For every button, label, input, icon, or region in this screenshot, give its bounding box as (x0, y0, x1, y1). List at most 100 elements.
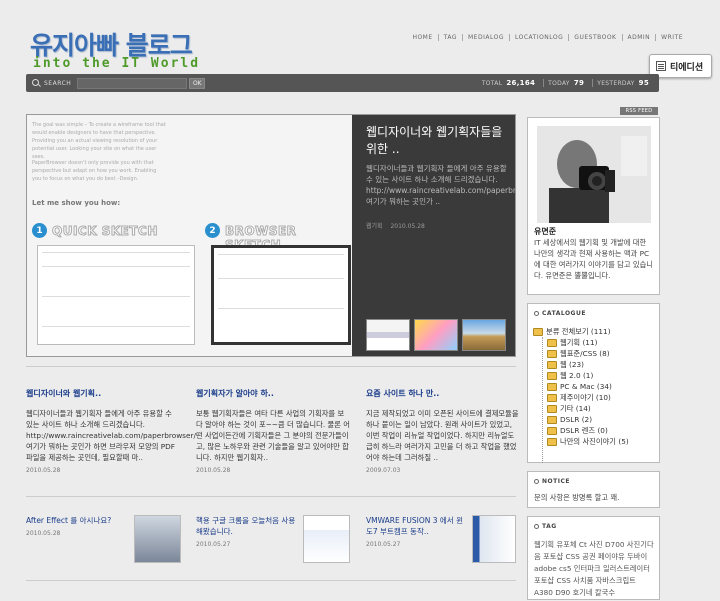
category-item[interactable]: 나만의 사진이야기 (5) (533, 436, 629, 447)
search-icon (32, 79, 39, 86)
post-card: 웹디자이너와 웹기획.. 웹디자이너들과 웹기획자 들에게 아주 유용할 수 있… (26, 388, 196, 474)
visitor-counter: TOTAL 26,164 TODAY 79 YESTERDAY 95 (482, 74, 653, 92)
folder-icon (547, 393, 557, 402)
category-label: DSLR 렌즈 (0) (560, 425, 608, 435)
mini-post-title[interactable]: After Effect 를 아시나요? (26, 515, 126, 526)
category-label: 웹표준/CSS (8) (560, 348, 610, 358)
folder-icon (547, 437, 557, 446)
divider (26, 496, 516, 497)
category-label: 웹 2.0 (1) (560, 370, 594, 380)
post-title[interactable]: 요즘 사이트 하나 만.. (366, 388, 520, 399)
catalogue-title: CATALOGUE (534, 310, 586, 317)
tag-panel: TAG 웹기획 유포체 Ct 사진 D700 사진기다음 포토샵 CSS 공권 … (527, 516, 660, 600)
notice-panel: NOTICE 문의 사항은 방명록 할고 꽤. (527, 471, 660, 508)
folder-icon (547, 371, 557, 380)
featured-image-heading: Let me show you how: (32, 199, 121, 207)
category-item[interactable]: PC & Mac (34) (533, 381, 629, 392)
featured-category[interactable]: 웹기획 (366, 223, 383, 230)
category-label: DSLR (2) (560, 415, 593, 424)
post-excerpt: 보통 웹기획자들은 여타 다른 사업의 기획자를 보다 알아야 하는 것이 포~… (196, 409, 350, 462)
featured-post: The goal was simple – To create a wirefr… (26, 114, 516, 357)
folder-icon (547, 338, 557, 347)
mini-post-title[interactable]: 핵용 구글 크롬을 오늘처음 사용해봤습니다. (196, 515, 296, 537)
featured-excerpt: 웹디자이너들과 웹기획자 들에게 아주 유용할 수 있는 사이트 하나 소개해 … (366, 164, 516, 206)
total-count: 26,164 (506, 79, 536, 87)
notice-title: NOTICE (534, 478, 570, 485)
tag-title-text: TAG (542, 523, 557, 530)
featured-image-text: PaperBrowser doesn't only provide you wi… (32, 160, 157, 182)
mini-post-date: 2010.05.28 (26, 530, 61, 537)
category-root[interactable]: 분류 전체보기 (111) (533, 326, 629, 337)
category-label: 나만의 사진이야기 (5) (560, 436, 629, 446)
divider (26, 580, 516, 581)
rss-feed-button[interactable]: RSS FEED (620, 107, 658, 115)
yesterday-count: 95 (638, 79, 649, 87)
nav-tag[interactable]: TAG (437, 34, 462, 41)
post-excerpt: 웹디자이너들과 웹기획자 들에게 아주 유용할 수 있는 사이트 하나 소개해 … (26, 409, 196, 462)
tree-line (542, 337, 543, 463)
post-date: 2010.05.28 (196, 467, 231, 474)
profile-description: IT 세상에서의 웹기획 및 개발에 대한 나만의 생각과 현재 사용하는 맥과… (534, 238, 654, 280)
category-item[interactable]: DSLR (2) (533, 414, 629, 425)
category-item[interactable]: 웹표준/CSS (8) (533, 348, 629, 359)
search-input[interactable] (77, 77, 188, 89)
profile-photo-image (537, 126, 651, 223)
mini-post-thumbnail[interactable] (134, 515, 181, 563)
post-date: 2010.05.28 (26, 467, 61, 474)
yesterday-label: YESTERDAY (597, 79, 635, 87)
category-label: 분류 전체보기 (111) (546, 326, 611, 336)
nav-home[interactable]: HOME (407, 34, 437, 41)
category-item[interactable]: 제주이야기 (10) (533, 392, 629, 403)
folder-icon (547, 426, 557, 435)
category-item[interactable]: DSLR 렌즈 (0) (533, 425, 629, 436)
post-title[interactable]: 웹디자이너와 웹기획.. (26, 388, 180, 399)
featured-title[interactable]: 웹디자이너와 웹기획자들을 위한 .. (366, 124, 508, 158)
category-label: 웹 (23) (560, 359, 585, 369)
notice-body[interactable]: 문의 사항은 방명록 할고 꽤. (534, 493, 619, 503)
category-item[interactable]: 웹기획 (11) (533, 337, 629, 348)
nav-medialog[interactable]: MEDIALOG (462, 34, 509, 41)
mini-post-thumbnail[interactable] (472, 515, 516, 563)
category-item[interactable]: 기타 (14) (533, 403, 629, 414)
folder-open-icon (533, 327, 543, 336)
post-card: 요즘 사이트 하나 만.. 지금 제작되었고 이미 오픈된 사이트에 결제모듈을… (366, 388, 520, 474)
category-tree: 분류 전체보기 (111) 웹기획 (11) 웹표준/CSS (8) 웹 (23… (533, 326, 629, 463)
category-item[interactable]: 웹 (23) (533, 359, 629, 370)
top-navigation: HOME TAG MEDIALOG LOCATIONLOG GUESTBOOK … (407, 34, 688, 41)
bullet-icon (534, 479, 539, 484)
list-icon (656, 61, 666, 71)
mini-post-thumbnail[interactable] (303, 515, 350, 563)
folder-icon (547, 404, 557, 413)
category-label: 웹기획 (11) (560, 337, 598, 347)
nav-admin[interactable]: ADMIN (621, 34, 656, 41)
featured-thumbnail-1[interactable] (366, 319, 410, 351)
notice-title-text: NOTICE (542, 478, 570, 485)
mini-post-title[interactable]: VMWARE FUSION 3 에서 윈도7 부트캠프 동작.. (366, 515, 466, 537)
nav-guestbook[interactable]: GUESTBOOK (568, 34, 621, 41)
mini-post-date: 2010.05.27 (366, 541, 401, 548)
category-label: 기타 (14) (560, 403, 591, 413)
post-title[interactable]: 웹기획자가 알아야 하.. (196, 388, 350, 399)
nav-write[interactable]: WRITE (655, 34, 688, 41)
profile-photo (537, 126, 651, 223)
step-1-label: QUICK SKETCH (52, 224, 158, 239)
nav-locationlog[interactable]: LOCATIONLOG (508, 34, 568, 41)
featured-image[interactable]: The goal was simple – To create a wirefr… (27, 115, 352, 356)
mini-post: 핵용 구글 크롬을 오늘처음 사용해봤습니다. 2010.05.27 (196, 515, 296, 548)
search-bar: SEARCH OK TOTAL 26,164 TODAY 79 YESTERDA… (26, 74, 659, 92)
folder-icon (547, 382, 557, 391)
featured-summary: 웹디자이너와 웹기획자들을 위한 .. 웹디자이너들과 웹기획자 들에게 아주 … (352, 115, 516, 356)
featured-thumbnail-3[interactable] (462, 319, 506, 351)
profile-panel: 유면준 IT 세상에서의 웹기획 및 개발에 대한 나만의 생각과 현재 사용하… (527, 117, 660, 295)
category-item[interactable]: 웹 2.0 (1) (533, 370, 629, 381)
mini-post: After Effect 를 아시나요? 2010.05.28 (26, 515, 126, 537)
today-label: TODAY (548, 79, 570, 87)
folder-icon (547, 360, 557, 369)
today-count: 79 (573, 79, 585, 87)
category-label: PC & Mac (34) (560, 382, 612, 391)
search-ok-button[interactable]: OK (189, 77, 206, 89)
tag-cloud[interactable]: 웹기획 유포체 Ct 사진 D700 사진기다음 포토샵 CSS 공권 페이야유… (534, 539, 656, 599)
catalogue-title-text: CATALOGUE (542, 310, 586, 317)
featured-thumbnail-2[interactable] (414, 319, 458, 351)
blog-subtitle: into the IT World (33, 56, 201, 71)
